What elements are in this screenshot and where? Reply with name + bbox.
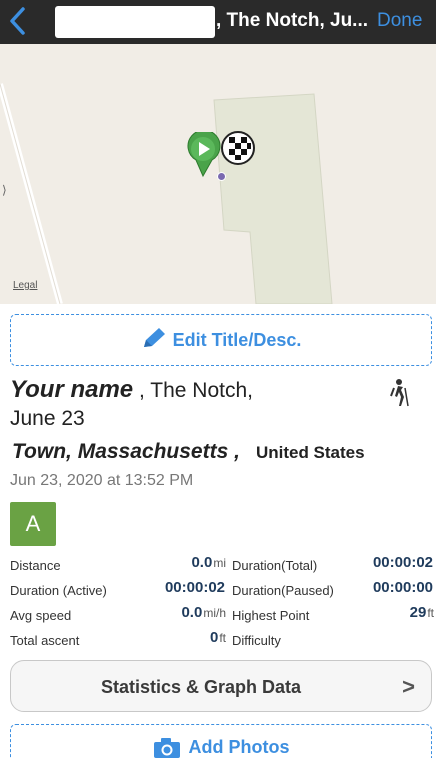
stat-value: 00:00:02 [372, 554, 433, 571]
edit-title-button[interactable]: Edit Title/Desc. [10, 314, 432, 366]
chevron-left-icon[interactable] [8, 6, 32, 38]
stat-value: 0.0mi/h [181, 604, 226, 621]
stats-row: Total ascent 0ft Difficulty [10, 628, 434, 653]
stat-value: 00:00:00 [372, 579, 433, 596]
svg-text:⟩: ⟩ [2, 183, 7, 197]
chevron-right-icon: > [402, 674, 415, 699]
add-photos-label: Add Photos [188, 737, 290, 757]
stat-label: Distance [10, 558, 61, 573]
country-label: United States [255, 443, 365, 462]
location-line: Town, Massachusetts , United States [12, 440, 365, 464]
statistics-graph-label: Statistics & Graph Data [100, 677, 302, 697]
stat-value: 00:00:02 [164, 579, 225, 596]
stats-grid: Distance 0.0mi Duration(Total) 00:00:02 … [10, 553, 434, 653]
redacted-name-block [55, 6, 215, 38]
stat-value: 0.0mi [191, 554, 226, 571]
track-title-rest: , The Notch, [133, 379, 253, 402]
track-title: Your name , The Notch, June 23 [10, 376, 390, 433]
add-photos-button[interactable]: Add Photos [10, 724, 432, 758]
pencil-icon [141, 326, 167, 355]
stat-value: 29ft [409, 604, 434, 621]
stat-label: Duration(Paused) [232, 583, 334, 598]
town-label: Town, Massachusetts , [12, 440, 240, 463]
grade-badge: A [10, 502, 56, 546]
hiker-icon [388, 378, 410, 413]
stats-row: Distance 0.0mi Duration(Total) 00:00:02 [10, 553, 434, 578]
stat-label: Difficulty [232, 633, 281, 648]
map-view[interactable]: ⟩ Legal [0, 44, 436, 304]
done-button[interactable]: Done [377, 10, 422, 32]
stat-label: Highest Point [232, 608, 310, 623]
track-date: Jun 23, 2020 at 13:52 PM [10, 472, 194, 489]
route-point [217, 172, 226, 181]
legal-link[interactable]: Legal [13, 280, 37, 291]
nav-bar: , The Notch, Ju... Done [0, 0, 436, 44]
track-title-date: June 23 [10, 407, 85, 430]
nav-title: , The Notch, Ju... [216, 10, 369, 31]
statistics-graph-button[interactable]: Statistics & Graph Data > [10, 660, 432, 712]
stat-label: Duration (Active) [10, 583, 107, 598]
stat-label: Duration(Total) [232, 558, 318, 573]
stats-row: Duration (Active) 00:00:02 Duration(Paus… [10, 578, 434, 603]
stat-label: Total ascent [10, 633, 80, 648]
stats-row: Avg speed 0.0mi/h Highest Point 29ft [10, 603, 434, 628]
stat-value: 0ft [209, 629, 226, 646]
track-name: Your name [10, 376, 134, 403]
camera-icon [153, 737, 181, 758]
stat-value [433, 629, 434, 646]
stat-label: Avg speed [10, 608, 72, 623]
edit-title-label: Edit Title/Desc. [172, 329, 302, 350]
